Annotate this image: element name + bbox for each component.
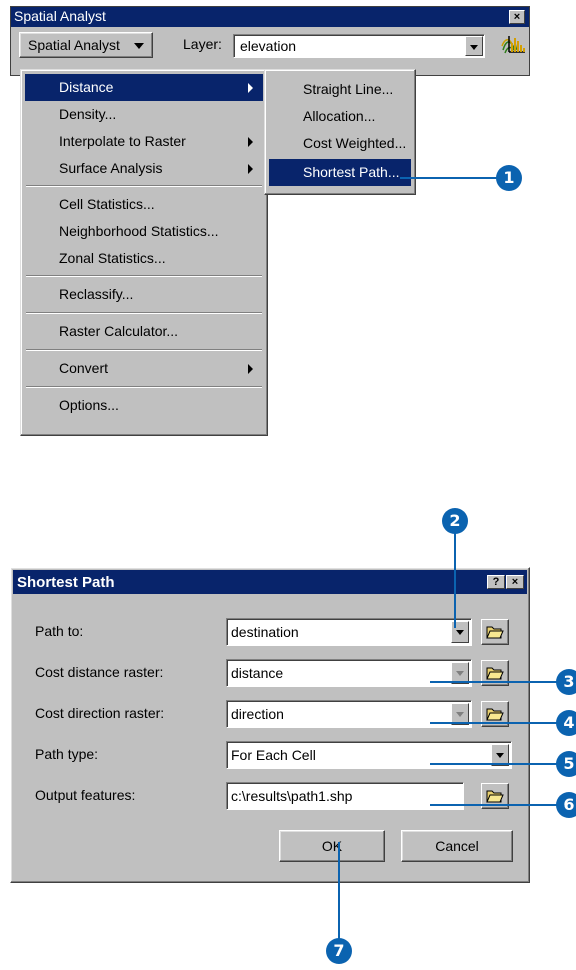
submenu-item-shortest-path[interactable]: Shortest Path...	[269, 159, 411, 186]
cost-distance-raster-label: Cost distance raster:	[35, 664, 164, 680]
spatial-analyst-toolbar: Spatial Analyst × Spatial Analyst Layer:…	[10, 6, 530, 76]
dialog-title: Shortest Path	[17, 574, 115, 591]
cancel-button[interactable]: Cancel	[401, 830, 513, 862]
spatial-analyst-menu-label: Spatial Analyst	[28, 37, 120, 53]
menu-item-cell-statistics[interactable]: Cell Statistics...	[25, 191, 263, 218]
submenu-arrow-icon	[248, 164, 253, 174]
menu-item-label: Distance	[59, 79, 114, 95]
menu-separator	[26, 312, 262, 314]
path-to-label: Path to:	[35, 623, 84, 639]
submenu-item-straight-line[interactable]: Straight Line...	[269, 76, 411, 103]
cost-direction-raster-label: Cost direction raster:	[35, 705, 165, 721]
dialog-close-button[interactable]: ×	[506, 575, 524, 589]
ok-button[interactable]: OK	[279, 830, 385, 862]
close-icon: ×	[511, 576, 519, 588]
callout-7: 7	[326, 938, 352, 964]
submenu-item-allocation[interactable]: Allocation...	[269, 103, 411, 130]
callout-5: 5	[556, 751, 576, 777]
callout-line	[400, 177, 500, 179]
toolbar-close-button[interactable]: ×	[509, 10, 525, 24]
menu-separator	[26, 185, 262, 187]
help-icon: ?	[492, 576, 500, 588]
submenu-item-label: Cost Weighted...	[303, 135, 407, 151]
path-to-browse-button[interactable]	[481, 619, 509, 645]
cancel-button-label: Cancel	[435, 838, 479, 854]
output-features-value: c:\results\path1.shp	[231, 788, 353, 804]
menu-item-distance[interactable]: Distance	[25, 74, 263, 101]
layer-label: Layer:	[183, 36, 222, 52]
callout-line	[430, 763, 570, 765]
menu-item-label: Cell Statistics...	[59, 196, 155, 212]
layer-select-dropdown-button[interactable]	[465, 36, 483, 56]
submenu-arrow-icon	[248, 83, 253, 93]
menu-item-neighborhood-statistics[interactable]: Neighborhood Statistics...	[25, 218, 263, 245]
menu-item-label: Interpolate to Raster	[59, 133, 186, 149]
submenu-item-label: Shortest Path...	[303, 164, 400, 180]
callout-line	[430, 804, 570, 806]
spatial-analyst-dropdown-menu: Distance Density... Interpolate to Raste…	[20, 69, 268, 436]
callout-line	[338, 842, 340, 942]
path-type-value: For Each Cell	[231, 747, 316, 763]
menu-item-label: Reclassify...	[59, 286, 134, 302]
submenu-item-cost-weighted[interactable]: Cost Weighted...	[269, 130, 411, 157]
menu-separator	[26, 275, 262, 277]
menu-item-options[interactable]: Options...	[25, 392, 263, 419]
submenu-arrow-icon	[248, 137, 253, 147]
menu-item-label: Surface Analysis	[59, 160, 163, 176]
menu-item-zonal-statistics[interactable]: Zonal Statistics...	[25, 245, 263, 272]
distance-submenu: Straight Line... Allocation... Cost Weig…	[264, 69, 416, 195]
close-icon: ×	[513, 11, 521, 23]
help-button[interactable]: ?	[487, 575, 505, 589]
dialog-titlebar[interactable]: Shortest Path ? ×	[13, 570, 527, 594]
menu-separator	[26, 349, 262, 351]
output-features-label: Output features:	[35, 787, 136, 803]
callout-4: 4	[556, 710, 576, 736]
menu-separator	[26, 386, 262, 388]
menu-item-label: Zonal Statistics...	[59, 250, 166, 266]
path-to-select[interactable]: destination	[226, 618, 472, 646]
toolbar-titlebar[interactable]: Spatial Analyst ×	[11, 7, 529, 27]
menu-item-label: Neighborhood Statistics...	[59, 223, 219, 239]
callout-6: 6	[556, 792, 576, 818]
cost-direction-raster-value: direction	[231, 706, 284, 722]
menu-item-label: Convert	[59, 360, 109, 376]
menu-item-interpolate-to-raster[interactable]: Interpolate to Raster	[25, 128, 263, 155]
submenu-arrow-icon	[248, 364, 253, 374]
submenu-item-label: Allocation...	[303, 108, 376, 124]
cost-distance-raster-value: distance	[231, 665, 284, 681]
menu-item-convert[interactable]: Convert	[25, 355, 263, 382]
menu-item-raster-calculator[interactable]: Raster Calculator...	[25, 318, 263, 345]
callout-3: 3	[556, 669, 576, 695]
callout-2: 2	[442, 508, 468, 534]
path-type-label: Path type:	[35, 746, 99, 762]
histogram-tool-icon-graphic	[508, 35, 526, 53]
submenu-item-label: Straight Line...	[303, 81, 394, 97]
menu-item-label: Raster Calculator...	[59, 323, 179, 339]
dropdown-arrow-icon	[134, 43, 144, 49]
layer-select-value: elevation	[240, 38, 297, 54]
menu-item-label: Options...	[59, 397, 119, 413]
menu-item-reclassify[interactable]: Reclassify...	[25, 281, 263, 308]
menu-item-density[interactable]: Density...	[25, 101, 263, 128]
spatial-analyst-menu-button[interactable]: Spatial Analyst	[19, 32, 153, 58]
callout-1: 1	[496, 165, 522, 191]
path-to-value: destination	[231, 624, 299, 640]
callout-line	[430, 722, 570, 724]
open-folder-icon	[486, 624, 504, 643]
shortest-path-dialog: Shortest Path ? × Path to: destination C…	[10, 567, 530, 883]
output-features-input[interactable]: c:\results\path1.shp	[226, 782, 464, 810]
layer-select[interactable]: elevation	[233, 34, 485, 58]
menu-item-surface-analysis[interactable]: Surface Analysis	[25, 155, 263, 182]
toolbar-title: Spatial Analyst	[14, 8, 106, 24]
menu-item-label: Density...	[59, 106, 117, 122]
callout-line	[430, 681, 570, 683]
callout-line	[454, 532, 456, 628]
